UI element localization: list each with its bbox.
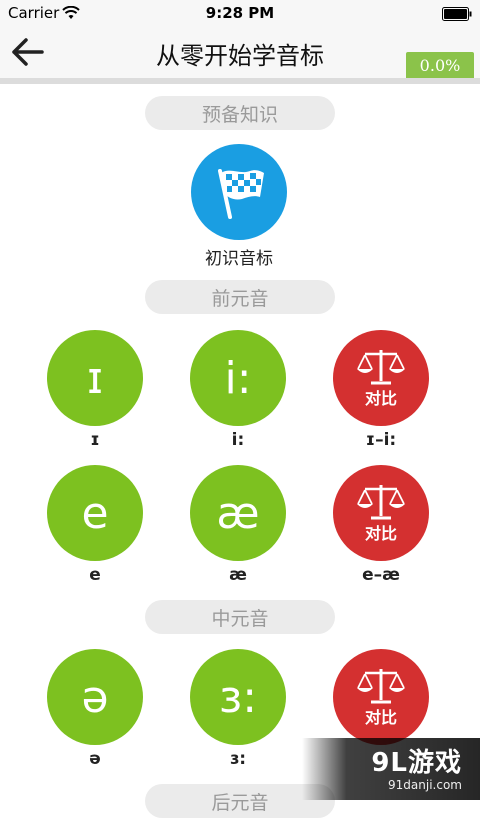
vowel-label: ɜ: — [229, 749, 247, 769]
checkered-flag-icon — [218, 169, 264, 219]
vowel-symbol: æ — [216, 487, 260, 539]
vowel-symbol: i: — [224, 352, 252, 404]
balance-scale-icon — [357, 669, 405, 704]
vowel-button-long-er[interactable]: ɜ: — [190, 649, 286, 745]
vowel-label: e — [89, 565, 101, 585]
watermark-logo-text: 9L游戏 — [371, 748, 462, 778]
balance-scale-icon — [357, 350, 405, 385]
compare-label: e–æ — [362, 565, 400, 585]
watermark-url: 91danji.com — [388, 778, 462, 792]
nav-bar: 从零开始学音标 0.0% — [0, 28, 480, 78]
vowel-label: i: — [231, 430, 245, 450]
balance-scale-icon — [357, 485, 405, 520]
vowel-symbol: e — [81, 487, 109, 539]
compare-button-central[interactable]: 对比 — [333, 649, 429, 745]
status-bar: Carrier 9:28 PM — [0, 0, 480, 28]
vowel-label: æ — [229, 565, 247, 585]
intro-lesson-label: 初识音标 — [205, 249, 273, 269]
progress-badge: 0.0% — [406, 52, 474, 78]
compare-text: 对比 — [364, 389, 397, 408]
vowel-symbol: ə — [81, 671, 109, 723]
vowel-button-e[interactable]: e — [47, 465, 143, 561]
compare-text: 对比 — [364, 708, 397, 727]
section-header-central-vowels: 中元音 — [145, 600, 335, 634]
vowel-button-ae[interactable]: æ — [190, 465, 286, 561]
site-watermark: 9L游戏 91danji.com — [302, 738, 480, 800]
compare-button-i[interactable]: 对比 — [333, 330, 429, 426]
compare-label: ɪ–i: — [365, 430, 397, 450]
vowel-button-schwa[interactable]: ə — [47, 649, 143, 745]
compare-text: 对比 — [364, 524, 397, 543]
vowel-button-short-i[interactable]: ɪ — [47, 330, 143, 426]
vowel-label: ə — [89, 749, 101, 769]
vowel-label: ɪ — [90, 430, 100, 450]
lesson-list: 预备知识 初识音标 前元音 ɪ ɪ i: i: 对比 ɪ–i: e e æ æ … — [0, 84, 480, 818]
vowel-symbol: ɜ: — [218, 671, 258, 723]
vowel-symbol: ɪ — [86, 352, 104, 404]
compare-button-e-ae[interactable]: 对比 — [333, 465, 429, 561]
section-header-front-vowels: 前元音 — [145, 280, 335, 314]
status-time: 9:28 PM — [205, 4, 275, 22]
section-header-prep: 预备知识 — [145, 96, 335, 130]
intro-lesson-button[interactable] — [191, 144, 287, 240]
vowel-button-long-i[interactable]: i: — [190, 330, 286, 426]
battery-icon — [442, 7, 472, 21]
